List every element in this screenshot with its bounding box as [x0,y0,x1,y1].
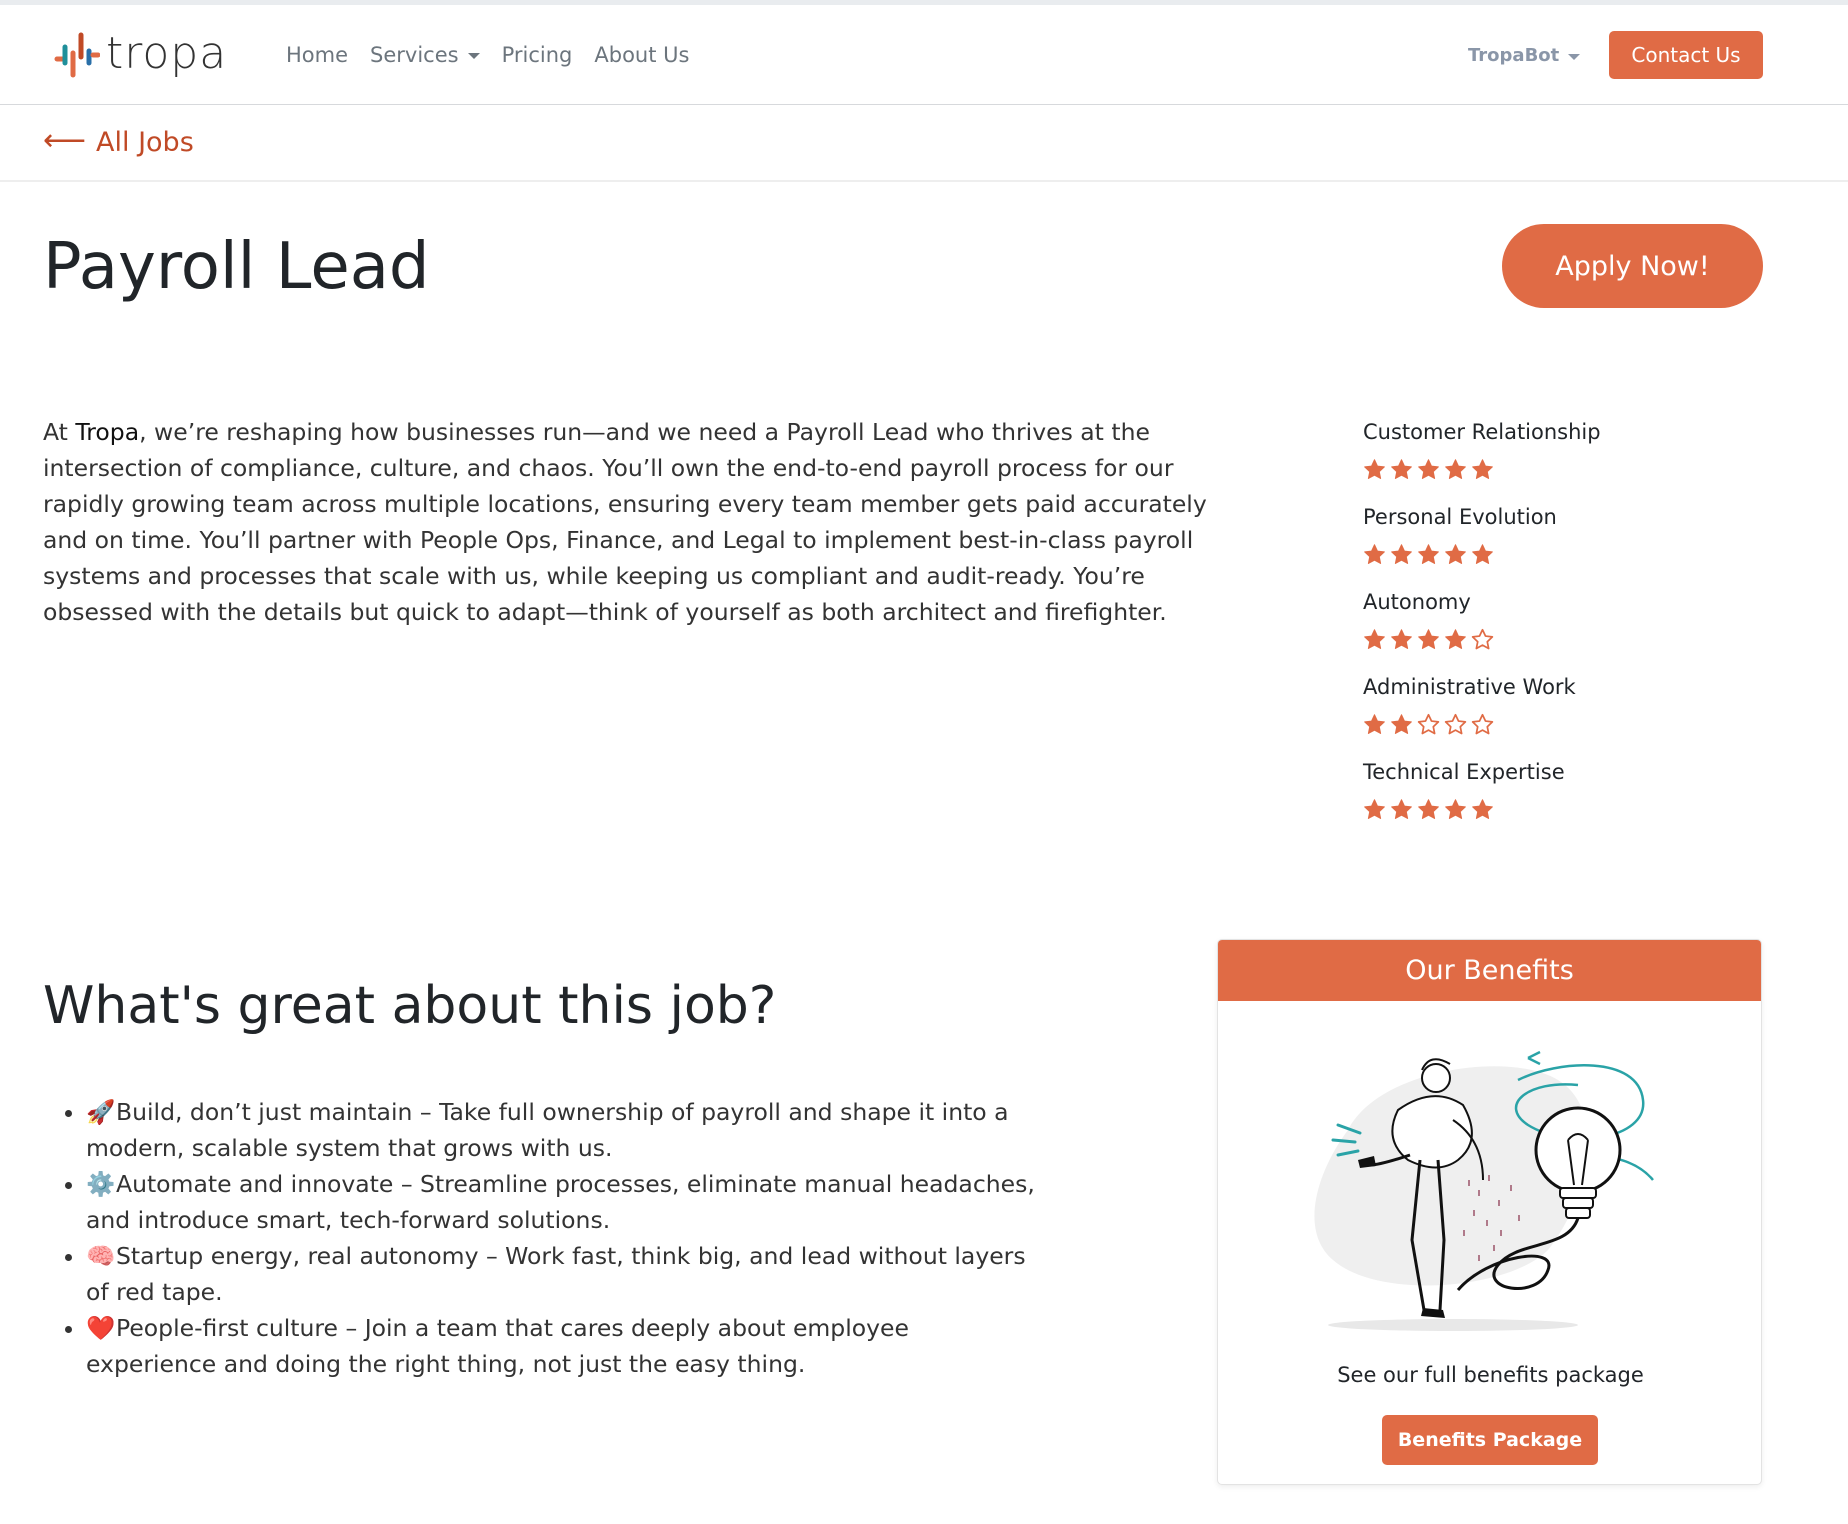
star-filled-icon [1391,714,1412,734]
nav-services-dropdown[interactable]: Services [370,43,480,67]
tropa-logo-icon [54,32,100,78]
tropabot-dropdown[interactable]: TropaBot [1468,45,1581,66]
gear-icon: ⚙️ [86,1170,116,1198]
star-filled-icon [1445,799,1466,819]
list-item: ⚙️Automate and innovate – Streamline pro… [86,1166,1046,1238]
list-item-text: People-first culture – Join a team that … [86,1314,909,1378]
star-filled-icon [1472,799,1493,819]
star-filled-icon [1418,799,1439,819]
nav-about-us[interactable]: About Us [594,43,689,67]
benefits-text: See our full benefits package [1337,1363,1644,1387]
brand-name: tropa [106,28,228,79]
description-company: Tropa [75,418,140,446]
star-rating [1363,628,1663,651]
benefits-card: Our Benefits See our full benefits packa… [1217,939,1762,1485]
star-filled-icon [1445,459,1466,479]
nav-pricing-label: Pricing [501,43,573,67]
list-item-text: Automate and innovate – Streamline proce… [86,1170,1035,1234]
contact-us-button[interactable]: Contact Us [1609,31,1763,79]
rocket-icon: 🚀 [86,1098,116,1126]
star-filled-icon [1391,544,1412,564]
section-title-great: What's great about this job? [43,976,777,1036]
star-filled-icon [1364,459,1385,479]
star-filled-icon [1364,799,1385,819]
nav-services-label: Services [370,43,459,67]
star-empty-icon [1444,713,1467,735]
tropabot-label: TropaBot [1468,45,1560,66]
star-filled-icon [1418,544,1439,564]
rating-technical-expertise: Technical Expertise [1363,754,1663,839]
heart-icon: ❤️ [86,1314,116,1342]
star-filled-icon [1418,629,1439,649]
job-description: At Tropa, we’re reshaping how businesses… [43,414,1218,630]
star-filled-icon [1364,714,1385,734]
great-list: 🚀Build, don’t just maintain – Take full … [86,1094,1046,1382]
star-rating [1363,798,1663,821]
list-item-text: Startup energy, real autonomy – Work fas… [86,1242,1026,1306]
rating-label: Personal Evolution [1363,505,1557,529]
apply-now-button[interactable]: Apply Now! [1502,224,1763,308]
star-filled-icon [1445,629,1466,649]
nav-pricing[interactable]: Pricing [502,43,573,67]
benefits-package-button[interactable]: Benefits Package [1382,1415,1598,1465]
brain-icon: 🧠 [86,1242,116,1270]
rating-administrative-work: Administrative Work [1363,669,1663,754]
star-filled-icon [1391,799,1412,819]
nav-links: Home Services Pricing About Us [286,43,711,67]
star-filled-icon [1364,544,1385,564]
rating-personal-evolution: Personal Evolution [1363,499,1663,584]
page-title: Payroll Lead [43,230,430,304]
chevron-down-icon [1568,53,1581,60]
star-rating [1363,543,1663,566]
star-filled-icon [1472,459,1493,479]
rating-label: Technical Expertise [1363,760,1565,784]
list-item: ❤️People-first culture – Join a team tha… [86,1310,1046,1382]
star-empty-icon [1417,713,1440,735]
star-filled-icon [1391,629,1412,649]
benefits-illustration [1314,1050,1654,1331]
nav-about-label: About Us [594,43,690,67]
nav-home[interactable]: Home [286,43,348,67]
star-filled-icon [1364,629,1385,649]
job-ratings: Customer Relationship Personal Evolution… [1363,414,1663,839]
star-empty-icon [1471,713,1494,735]
list-item: 🚀Build, don’t just maintain – Take full … [86,1094,1046,1166]
arrow-left-icon: ⟵ [43,122,87,158]
all-jobs-label: All Jobs [96,127,194,158]
back-bar: ⟵ All Jobs [0,106,1848,182]
list-item-text: Build, don’t just maintain – Take full o… [86,1098,1009,1162]
nav-home-label: Home [286,43,349,67]
star-filled-icon [1418,459,1439,479]
chevron-down-icon [467,53,480,59]
star-empty-icon [1471,628,1494,650]
star-filled-icon [1445,544,1466,564]
rating-label: Administrative Work [1363,675,1576,699]
rating-label: Customer Relationship [1363,420,1601,444]
list-item: 🧠Startup energy, real autonomy – Work fa… [86,1238,1046,1310]
star-rating [1363,713,1663,736]
description-body: , we’re reshaping how businesses run—and… [43,418,1207,626]
navbar: tropa Home Services Pricing About Us Tro… [0,5,1848,105]
description-prefix: At [43,418,76,446]
star-filled-icon [1472,544,1493,564]
all-jobs-link[interactable]: ⟵ All Jobs [43,122,194,158]
star-filled-icon [1391,459,1412,479]
benefits-card-header: Our Benefits [1218,940,1761,1001]
rating-label: Autonomy [1363,590,1471,614]
rating-customer-relationship: Customer Relationship [1363,414,1663,499]
brand-logo[interactable]: tropa [54,27,227,85]
rating-autonomy: Autonomy [1363,584,1663,669]
star-rating [1363,458,1663,481]
